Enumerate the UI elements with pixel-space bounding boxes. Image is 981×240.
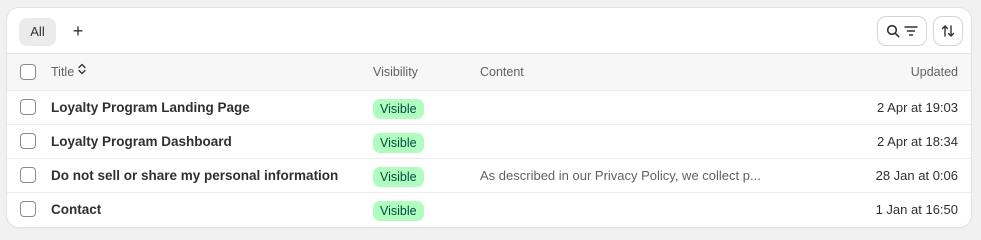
tab-all[interactable]: All <box>19 18 56 46</box>
row-checkbox[interactable] <box>20 201 36 217</box>
row-title[interactable]: Do not sell or share my personal informa… <box>51 159 338 192</box>
status-badge: Visible <box>373 166 424 187</box>
updated-cell: 2 Apr at 18:34 <box>877 134 958 149</box>
row-checkbox[interactable] <box>20 133 36 149</box>
updated-cell: 28 Jan at 0:06 <box>875 168 958 183</box>
column-header-updated[interactable]: Updated <box>911 54 958 91</box>
row-title[interactable]: Contact <box>51 193 101 226</box>
row-title[interactable]: Loyalty Program Dashboard <box>51 125 232 158</box>
updated-cell: 2 Apr at 19:03 <box>877 100 958 115</box>
table-row[interactable]: Loyalty Program Landing Page Visible 2 A… <box>7 90 971 124</box>
row-checkbox[interactable] <box>20 99 36 115</box>
sort-icon <box>940 23 956 39</box>
search-filter-button[interactable] <box>878 17 926 45</box>
row-title[interactable]: Loyalty Program Landing Page <box>51 91 250 124</box>
status-badge: Visible <box>373 200 424 221</box>
visibility-cell: Visible <box>373 159 424 192</box>
filter-icon <box>904 25 918 37</box>
row-checkbox[interactable] <box>20 167 36 183</box>
table-row[interactable]: Contact Visible 1 Jan at 16:50 <box>7 192 971 226</box>
search-icon <box>886 24 900 38</box>
column-header-content[interactable]: Content <box>480 54 524 91</box>
visibility-cell: Visible <box>373 125 424 158</box>
status-badge: Visible <box>373 98 424 119</box>
table-row[interactable]: Do not sell or share my personal informa… <box>7 158 971 192</box>
sort-button[interactable] <box>934 17 962 45</box>
select-all-checkbox[interactable] <box>20 64 36 80</box>
status-badge: Visible <box>373 132 424 153</box>
add-view-button[interactable]: + <box>64 18 92 46</box>
content-cell: As described in our Privacy Policy, we c… <box>480 168 761 183</box>
view-toolbar: All + <box>7 8 971 54</box>
visibility-cell: Visible <box>373 193 424 226</box>
pages-table-card: All + Title Visibility Content Updated L… <box>7 8 971 227</box>
table-row[interactable]: Loyalty Program Dashboard Visible 2 Apr … <box>7 124 971 158</box>
table-header: Title Visibility Content Updated <box>7 53 971 90</box>
column-header-visibility[interactable]: Visibility <box>373 54 418 91</box>
sort-caret-icon <box>78 53 86 90</box>
column-title-label: Title <box>51 65 75 79</box>
pages-table: Title Visibility Content Updated Loyalty… <box>7 53 971 226</box>
updated-cell: 1 Jan at 16:50 <box>875 202 958 217</box>
column-header-title[interactable]: Title <box>51 54 86 91</box>
visibility-cell: Visible <box>373 91 424 124</box>
